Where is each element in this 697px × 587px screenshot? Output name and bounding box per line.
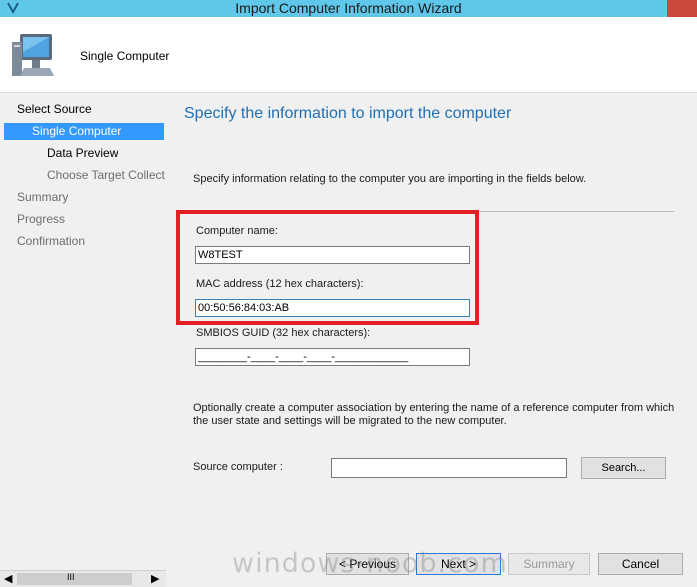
sidebar-item-progress[interactable]: Progress bbox=[17, 211, 65, 228]
sidebar-item-select-source[interactable]: Select Source bbox=[17, 101, 92, 118]
close-button[interactable] bbox=[667, 0, 697, 17]
source-computer-label: Source computer : bbox=[193, 461, 283, 473]
association-text-line2: the user state and settings will be migr… bbox=[193, 415, 507, 427]
sidebar-item-summary[interactable]: Summary bbox=[17, 189, 68, 206]
page-subtitle: Single Computer bbox=[80, 49, 170, 63]
wizard-steps-sidebar: Select Source Single Computer Data Previ… bbox=[0, 93, 166, 570]
scroll-thumb[interactable]: III bbox=[17, 572, 132, 585]
sidebar-item-data-preview[interactable]: Data Preview bbox=[47, 145, 118, 162]
wizard-header: Single Computer bbox=[0, 17, 697, 93]
sidebar-horizontal-scrollbar[interactable]: ◀ III ▶ bbox=[0, 570, 166, 587]
source-computer-input[interactable] bbox=[331, 458, 567, 478]
wizard-app-icon bbox=[7, 2, 19, 15]
sidebar-item-single-computer[interactable]: Single Computer bbox=[4, 123, 164, 140]
next-button[interactable]: Next > bbox=[416, 553, 501, 575]
sidebar-item-confirmation[interactable]: Confirmation bbox=[17, 233, 85, 250]
sidebar-item-choose-target-collection[interactable]: Choose Target Collect bbox=[47, 167, 165, 184]
cancel-button[interactable]: Cancel bbox=[598, 553, 683, 575]
association-text-line1: Optionally create a computer association… bbox=[193, 402, 675, 414]
window-title: Import Computer Information Wizard bbox=[235, 0, 462, 16]
highlight-box bbox=[176, 210, 479, 325]
title-bar: Import Computer Information Wizard bbox=[0, 0, 697, 17]
page-heading: Specify the information to import the co… bbox=[184, 105, 512, 122]
intro-text: Specify information relating to the comp… bbox=[193, 173, 587, 185]
smbios-guid-label: SMBIOS GUID (32 hex characters): bbox=[196, 327, 371, 339]
scroll-grip-label: III bbox=[67, 572, 75, 582]
previous-button[interactable]: < Previous bbox=[326, 553, 409, 575]
search-button[interactable]: Search... bbox=[581, 457, 666, 479]
computer-icon bbox=[12, 34, 54, 76]
summary-button[interactable]: Summary bbox=[508, 553, 590, 575]
scroll-right-arrow-icon[interactable]: ▶ bbox=[151, 572, 159, 585]
smbios-guid-input[interactable] bbox=[195, 348, 470, 366]
scroll-left-arrow-icon[interactable]: ◀ bbox=[4, 572, 12, 585]
